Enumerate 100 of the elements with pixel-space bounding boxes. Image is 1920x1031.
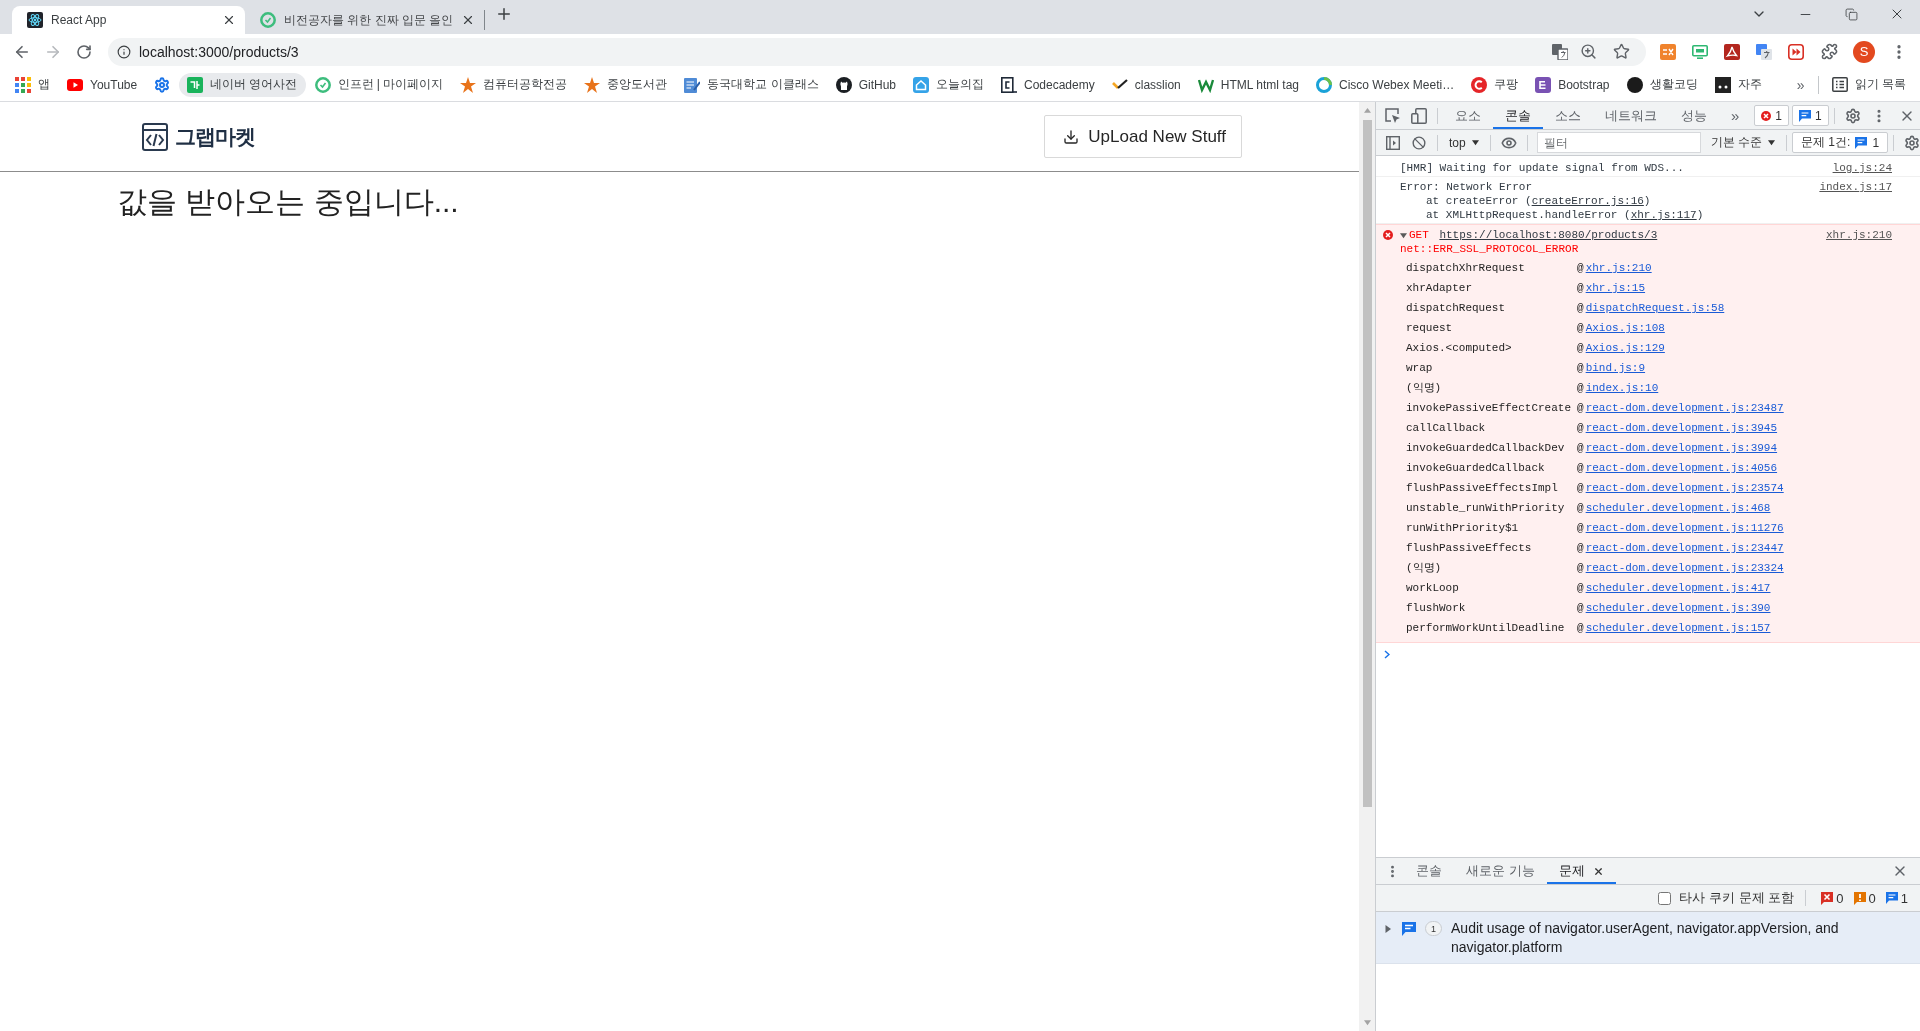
reading-list-button[interactable]: 읽기 목록 [1823,72,1914,97]
profile-avatar[interactable]: S [1853,40,1875,63]
source-link[interactable]: xhr.js:117 [1630,209,1697,221]
context-dropdown[interactable]: top [1443,131,1485,154]
browser-tab[interactable]: React App [12,6,245,34]
source-link[interactable]: react-dom.development.js:4056 [1585,461,1784,475]
translate-extension-icon[interactable] [1755,43,1772,60]
bookmark[interactable]: 중앙도서관 [576,72,676,97]
close-icon[interactable] [1592,865,1604,877]
address-field[interactable]: localhost:3000/products/3 [108,37,1646,66]
bookmark[interactable]: 네이버 영어사전 [179,72,306,97]
error-count-button[interactable]: 1 [1754,105,1790,126]
bookmark[interactable]: Codecademy [993,72,1103,97]
bookmark[interactable]: 자주 [1706,72,1770,97]
devtools-tab[interactable]: 네트워크 [1593,102,1669,129]
source-link[interactable]: Axios.js:129 [1585,341,1784,355]
drawer-tab[interactable]: 새로운 기능 [1454,858,1547,884]
download-icon [1063,128,1080,145]
source-link[interactable]: dispatchRequest.js:58 [1585,301,1784,315]
bookmark[interactable]: GitHub [827,72,904,97]
bookmark[interactable]: Bootstrap [1527,72,1618,97]
sidebar-toggle-icon[interactable] [1386,135,1400,150]
source-link[interactable]: react-dom.development.js:3994 [1585,441,1784,455]
triangle-extension-icon[interactable] [1723,43,1740,60]
at-symbol: @ [1577,561,1585,575]
clear-icon[interactable] [1412,135,1426,150]
issue-count-button[interactable]: 1 [1792,105,1829,126]
more-bookmarks-button[interactable]: » [1788,76,1813,93]
devtools-tab[interactable]: 소스 [1543,102,1593,129]
translate-icon[interactable] [1552,43,1568,60]
drawer-tab[interactable]: 콘솔 [1404,858,1454,884]
filter-field[interactable]: 필터 [1536,132,1701,153]
bookmark[interactable]: 생활코딩 [1618,72,1706,97]
devtools-tab[interactable]: 성능 [1669,102,1719,129]
bookmark[interactable]: 오늘의집 [905,72,992,97]
puzzle-icon[interactable] [1820,43,1838,60]
source-link[interactable]: xhr.js:210 [1826,228,1892,242]
at-symbol: @ [1577,581,1585,595]
star-icon[interactable] [1613,43,1630,60]
circle-logo-icon [1626,76,1643,93]
browser-tab[interactable]: 비전공자를 위한 진짜 입문 올인 [245,6,485,34]
source-link[interactable]: react-dom.development.js:23324 [1585,561,1784,575]
source-link[interactable]: react-dom.development.js:11276 [1585,521,1784,535]
source-link[interactable]: scheduler.development.js:390 [1585,601,1784,615]
apps-grid-icon [15,76,31,93]
prompt-chevron-icon[interactable] [1384,649,1390,659]
expand-caret-icon[interactable] [1384,925,1392,933]
request-url-link[interactable]: https://localhost:8080/products/3 [1439,228,1658,242]
devices-icon[interactable] [1411,107,1427,124]
restore-icon[interactable] [1844,7,1858,21]
function-name: flushPassiveEffectsImpl [1406,481,1559,495]
source-link[interactable]: bind.js:9 [1585,361,1784,375]
screen-extension-icon[interactable] [1691,44,1708,59]
tile-extension-icon[interactable] [1659,43,1676,60]
page-scrollbar[interactable] [1359,102,1375,1031]
bookmark[interactable]: 동국대학교 이클래스 [676,72,827,97]
source-link[interactable]: scheduler.development.js:157 [1585,621,1784,635]
fast-forward-extension-icon[interactable] [1787,43,1804,60]
bookmark[interactable]: classlion [1103,72,1189,97]
bookmark[interactable]: Cisco Webex Meeti… [1308,72,1463,97]
source-link[interactable]: index.js:17 [1819,180,1892,194]
source-link[interactable]: xhr.js:15 [1585,281,1784,295]
source-link[interactable]: react-dom.development.js:3945 [1585,421,1784,435]
settings-icon[interactable] [1904,134,1920,151]
source-link[interactable]: Axios.js:108 [1585,321,1784,335]
inspect-icon[interactable] [1385,107,1401,124]
info-icon[interactable] [117,44,131,59]
bookmark[interactable]: HTML html tag [1189,72,1307,97]
close-icon[interactable] [222,13,236,27]
bookmark[interactable]: 앱 [7,72,58,97]
source-link[interactable]: log.js:24 [1832,161,1892,175]
issue-row[interactable]: 1 Audit usage of navigator.userAgent, navigator.appVersion, and navigator.platform [1376,912,1920,964]
upload-button[interactable]: UpLoad New Stuff [1044,115,1242,158]
source-link[interactable]: createError.js:16 [1531,195,1644,207]
bookmark[interactable]: 컴퓨터공학전공 [452,72,576,97]
checkbox[interactable] [1658,891,1672,905]
logo-text: 그랩마켓 [175,123,255,150]
more-tabs-button[interactable]: » [1719,102,1752,129]
function-name: Axios.<computed> [1406,341,1513,355]
bookmark[interactable]: 쿠팡 [1463,72,1527,97]
source-link[interactable]: react-dom.development.js:23447 [1585,541,1784,555]
zoom-icon[interactable] [1580,43,1597,60]
at-symbol: @ [1577,461,1585,475]
source-link[interactable]: scheduler.development.js:468 [1585,501,1784,515]
source-link[interactable]: react-dom.development.js:23574 [1585,481,1784,495]
bookmark[interactable]: YouTube [59,72,146,97]
devtools-tab[interactable]: 요소 [1443,102,1493,129]
source-link[interactable]: index.js:10 [1585,381,1784,395]
scrollbar-thumb[interactable] [1362,120,1372,807]
issues-button[interactable]: 문제 1건: 1 [1792,132,1889,153]
bookmark[interactable]: 인프런 | 마이페이지 [306,72,452,97]
expand-caret-icon[interactable] [1400,231,1407,239]
console-message: [HMR] Waiting for update signal from WDS... [1400,161,1684,175]
square-logo-icon [1535,76,1552,93]
source-link[interactable]: xhr.js:210 [1585,261,1784,275]
source-link[interactable]: react-dom.development.js:23487 [1585,401,1784,415]
reload-icon[interactable] [76,43,92,60]
source-link[interactable]: scheduler.development.js:417 [1585,581,1784,595]
settings-icon[interactable] [1844,107,1861,124]
levels-dropdown[interactable]: 기본 수준 [1704,131,1782,154]
